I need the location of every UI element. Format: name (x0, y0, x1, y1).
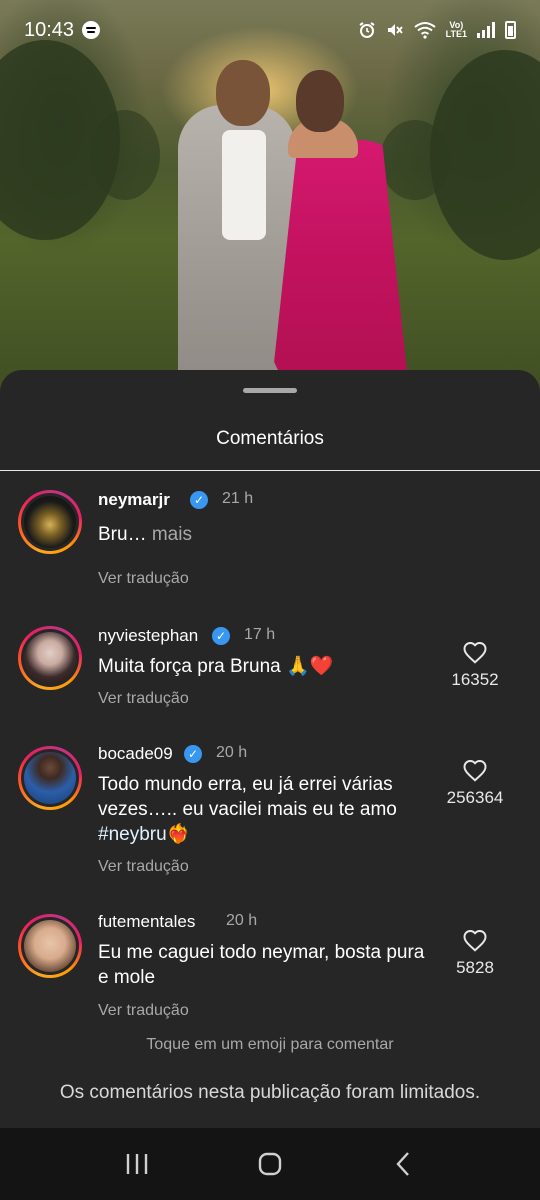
like-count: 256364 (446, 788, 504, 807)
translate-link[interactable]: Ver tradução (98, 1002, 189, 1020)
translate-link[interactable]: Ver tradução (98, 858, 189, 876)
divider (0, 470, 540, 471)
comment-username[interactable]: nyviestephan (98, 626, 198, 646)
recent-apps-icon (126, 1154, 147, 1174)
back-button[interactable] (383, 1144, 423, 1184)
status-time: 10:43 (24, 18, 75, 41)
home-icon (258, 1152, 282, 1176)
comment-username[interactable]: neymarjr (98, 490, 170, 510)
comment-username[interactable]: futementales (98, 912, 195, 932)
comment-username[interactable]: bocade09 (98, 744, 173, 764)
lte-indicator: Vo) LTE1 (445, 20, 467, 39)
back-icon (396, 1152, 410, 1176)
comments-sheet: Comentários neymarjr ✓ 21 h Bru… mais Ve… (0, 370, 540, 1128)
post-photo (0, 0, 540, 400)
comment-text: Muita força pra Bruna 🙏❤️ (98, 656, 334, 677)
like-count: 5828 (456, 958, 494, 977)
hashtag-link[interactable]: #neybru❤️‍🔥 (98, 824, 190, 845)
comment-text: Eu me caguei todo neymar, bosta pura e m… (98, 942, 425, 988)
comments-limited-note: Os comentários nesta publicação foram li… (59, 1082, 481, 1103)
avatar-image (24, 752, 76, 804)
avatar[interactable] (18, 490, 82, 554)
comment-time: 17 h (244, 626, 276, 643)
mute-icon (387, 24, 403, 36)
alarm-icon (359, 22, 375, 38)
verified-icon: ✓ (190, 491, 208, 509)
heart-icon (463, 930, 487, 952)
avatar[interactable] (18, 626, 82, 690)
wifi-icon (414, 22, 436, 39)
like-button[interactable]: 5828 (440, 928, 510, 978)
comment-time: 21 h (222, 490, 254, 507)
recent-apps-button[interactable] (117, 1144, 157, 1184)
screen: 10:43 Vo) LTE1 Comentários neymarjr ✓ 21… (0, 0, 540, 1200)
avatar-image (24, 632, 76, 684)
heart-icon (463, 760, 487, 782)
signal-icon (477, 22, 495, 38)
comment-text: Bru… mais (98, 524, 192, 545)
avatar[interactable] (18, 914, 82, 978)
sheet-title: Comentários (216, 428, 324, 449)
comment-time: 20 h (216, 744, 248, 761)
like-button[interactable]: 16352 (440, 640, 510, 690)
like-button[interactable]: 256364 (440, 758, 510, 808)
verified-icon: ✓ (184, 745, 202, 763)
status-bar: 10:43 Vo) LTE1 (0, 0, 540, 60)
avatar[interactable] (18, 746, 82, 810)
spotify-icon (82, 21, 101, 39)
translate-link[interactable]: Ver tradução (98, 690, 189, 708)
avatar-image (24, 920, 76, 972)
verified-icon: ✓ (212, 627, 230, 645)
comment-time: 20 h (226, 912, 258, 929)
like-count: 16352 (451, 670, 499, 689)
navigation-bar (0, 1128, 540, 1200)
home-button[interactable] (250, 1144, 290, 1184)
drag-handle[interactable] (243, 388, 297, 393)
emoji-hint: Toque em um emoji para comentar (146, 1036, 394, 1053)
comment-text: Todo mundo erra, eu já errei várias veze… (98, 774, 397, 845)
battery-icon (505, 21, 516, 39)
more-link[interactable]: mais (147, 524, 192, 545)
translate-link[interactable]: Ver tradução (98, 570, 189, 588)
avatar-image (24, 496, 76, 548)
heart-icon (463, 642, 487, 664)
